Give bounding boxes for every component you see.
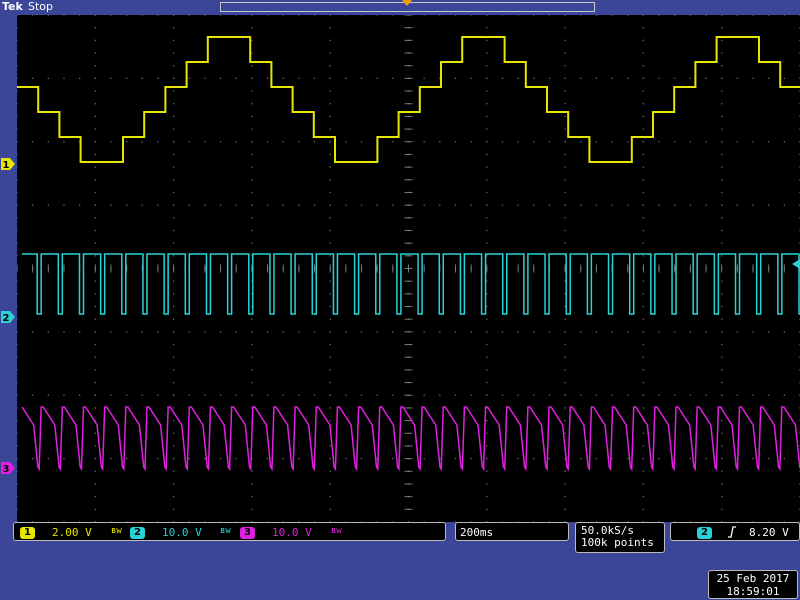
channel-1-bandwidth-icon: ʙw — [111, 526, 122, 536]
channel-1-marker-label: 1 — [3, 160, 10, 171]
date-time-readout: 25 Feb 2017 18:59:01 — [708, 570, 798, 599]
trigger-position-icon[interactable] — [402, 0, 412, 8]
trigger-readout[interactable]: 2 8.20 V — [670, 522, 800, 541]
timebase-readout[interactable]: 200ms — [455, 522, 569, 541]
channel-1-scale: 2.00 V — [52, 526, 92, 539]
trigger-source-badge: 2 — [697, 527, 712, 539]
time-label: 18:59:01 — [726, 585, 780, 598]
timebase-value: 200ms — [460, 526, 494, 539]
brand-label: Tek — [2, 0, 23, 13]
date-label: 25 Feb 2017 — [716, 572, 790, 585]
channel-3-bandwidth-icon: ʙw — [331, 526, 342, 536]
channel-2-marker-label: 2 — [3, 313, 10, 324]
channel-3-marker[interactable]: 3 — [0, 460, 17, 476]
channel-2-badge[interactable]: 2 — [130, 527, 145, 539]
record-length: 100k points — [581, 536, 654, 549]
rising-edge-icon — [728, 526, 736, 538]
channel-3-badge[interactable]: 3 — [240, 527, 255, 539]
channel-readout-bar[interactable]: 1 2.00 V ʙw 2 10.0 V ʙw 3 10.0 V ʙw — [13, 522, 446, 541]
channel-2-marker[interactable]: 2 — [0, 309, 17, 325]
waveform-display[interactable] — [17, 15, 800, 522]
channel-3-marker-label: 3 — [3, 464, 10, 475]
trigger-level: 8.20 V — [749, 526, 789, 539]
channel-1-marker[interactable]: 1 — [0, 156, 17, 172]
channel-2-bandwidth-icon: ʙw — [220, 526, 231, 536]
acquisition-state: Stop — [28, 0, 54, 13]
channel-3-scale: 10.0 V — [272, 526, 312, 539]
channel-1-badge[interactable]: 1 — [20, 527, 35, 539]
channel-2-scale: 10.0 V — [162, 526, 202, 539]
top-bar: Tek Stop — [0, 0, 800, 15]
acquisition-readout[interactable]: 50.0kS/s 100k points — [575, 522, 665, 553]
